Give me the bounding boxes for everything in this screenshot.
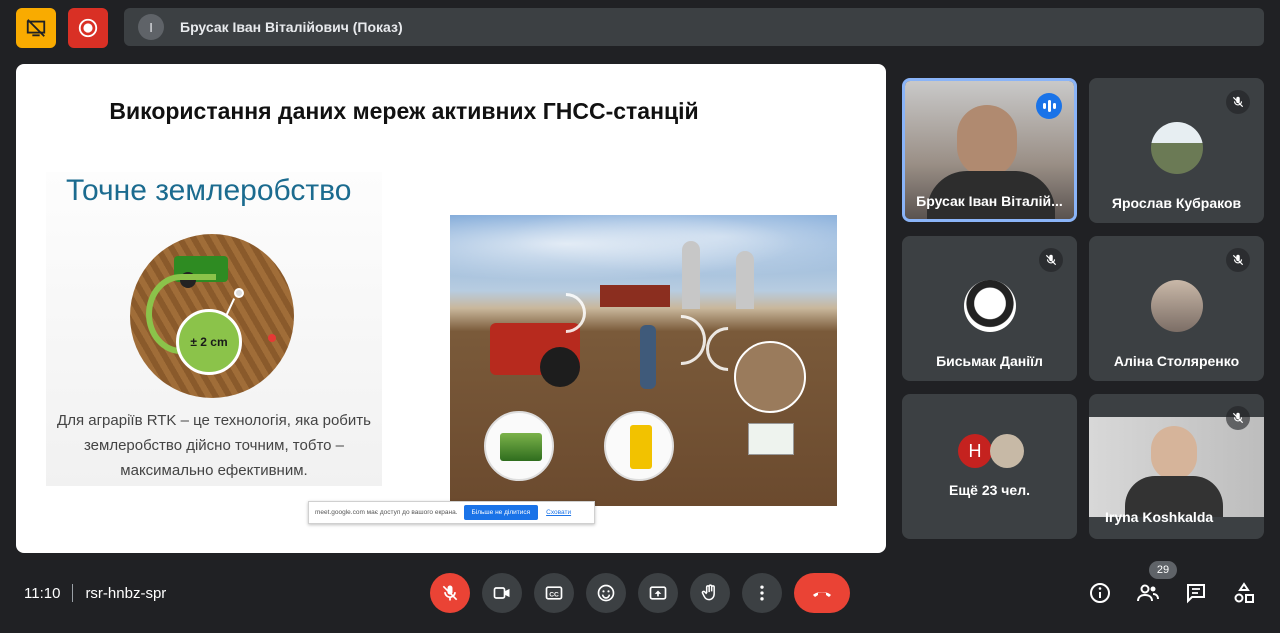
chat-icon <box>1187 584 1205 604</box>
device-handheld <box>604 411 674 481</box>
cursor-dot <box>268 334 276 342</box>
participant-face <box>1151 426 1197 480</box>
activities-button[interactable] <box>1231 580 1257 606</box>
captions-button[interactable]: CC <box>534 573 574 613</box>
participant-name: Брусак Іван Віталій... <box>916 193 1063 209</box>
meeting-details-button[interactable] <box>1087 580 1113 606</box>
camera-toggle-button[interactable] <box>482 573 522 613</box>
captions-icon: CC <box>545 586 563 600</box>
avatar <box>990 434 1024 468</box>
accuracy-label: ± 2 cm <box>190 335 228 349</box>
avatar <box>964 280 1016 332</box>
people-circle <box>734 341 806 413</box>
more-avatars: H <box>958 434 1024 468</box>
svg-text:CC: CC <box>549 591 559 598</box>
laptop-image <box>748 423 794 455</box>
info-icon <box>1090 583 1110 603</box>
people-icon <box>1137 584 1159 602</box>
farm-photo <box>450 215 837 506</box>
presenter-label: Брусак Іван Віталійович (Показ) <box>180 19 403 35</box>
present-button[interactable] <box>638 573 678 613</box>
presentation-off-icon <box>26 19 46 37</box>
raise-hand-icon <box>701 584 715 601</box>
presentation-off-button[interactable] <box>16 8 56 48</box>
description-line: землеробство дійсно точним, тобто – <box>83 437 345 454</box>
shared-screen: Використання даних мереж активних ГНСС-с… <box>16 64 886 553</box>
more-options-button[interactable] <box>742 573 782 613</box>
avatar: H <box>958 434 992 468</box>
signal-wave <box>645 304 717 376</box>
divider <box>72 584 74 602</box>
emoji-button[interactable] <box>586 573 626 613</box>
participant-name: Iryna Koshkalda <box>1105 509 1214 525</box>
participant-tile[interactable]: Ярослав Кубраков <box>1089 78 1264 223</box>
clock: 11:10 <box>24 584 61 602</box>
raise-hand-button[interactable] <box>690 573 730 613</box>
more-participants-tile[interactable]: H Ещё 23 чел. <box>902 394 1077 539</box>
emoji-icon <box>597 584 615 602</box>
participant-name: Аліна Столяренко <box>1113 353 1240 369</box>
mic-toggle-button[interactable] <box>430 573 470 613</box>
more-participants-label: Ещё 23 чел. <box>949 482 1030 498</box>
participant-name: Ярослав Кубраков <box>1111 195 1242 211</box>
description-line: Для аграріїв RTK – це технологія, яка ро… <box>57 412 371 429</box>
participant-tile[interactable]: Iryna Koshkalda <box>1089 394 1264 539</box>
silo <box>736 251 754 309</box>
end-call-button[interactable] <box>794 573 850 613</box>
hide-link[interactable]: Сховати <box>546 509 571 516</box>
mic-off-icon <box>442 585 458 601</box>
sky-clouds <box>450 215 837 287</box>
people-button[interactable] <box>1135 580 1161 606</box>
surveyor-person <box>640 325 656 389</box>
present-screen-icon <box>649 586 667 600</box>
avatar <box>1151 280 1203 332</box>
presenter-bar: I Брусак Іван Віталійович (Показ) <box>124 8 1264 46</box>
camera-icon <box>493 587 510 599</box>
recording-button[interactable] <box>68 8 108 48</box>
pin-marker <box>234 288 244 298</box>
end-call-icon <box>813 592 831 597</box>
description-line: максимально ефективним. <box>120 462 308 479</box>
accuracy-badge: ± 2 cm <box>176 309 242 375</box>
left-heading: Точне землеробство <box>66 174 352 207</box>
participant-face <box>957 105 1017 177</box>
more-vert-icon <box>760 585 764 601</box>
avatar <box>1151 122 1203 174</box>
record-icon <box>78 18 98 38</box>
activities-icon <box>1234 582 1254 603</box>
share-message: meet.google.com має доступ до вашого екр… <box>315 509 458 516</box>
barn <box>600 285 670 307</box>
slide-description: Для аграріїв RTK – це технологія, яка ро… <box>46 408 382 483</box>
slide-title: Використання даних мереж активних ГНСС-с… <box>109 98 699 124</box>
meeting-code: rsr-hnbz-spr <box>85 584 167 602</box>
meeting-info: 11:10 rsr-hnbz-spr <box>24 584 166 602</box>
participant-count-badge: 29 <box>1149 561 1177 579</box>
participant-name: Бисьмак Даніїл <box>936 353 1043 369</box>
mic-off-icon <box>1226 90 1250 114</box>
mic-off-icon <box>1226 406 1250 430</box>
chat-button[interactable] <box>1183 580 1209 606</box>
stop-sharing-button[interactable]: Більше не ділитися <box>463 505 539 520</box>
mic-off-icon <box>1039 248 1063 272</box>
participant-tile[interactable]: Аліна Столяренко <box>1089 236 1264 381</box>
mic-off-icon <box>1226 248 1250 272</box>
participant-tile[interactable]: Брусак Іван Віталій... <box>902 78 1077 222</box>
silo <box>682 241 700 309</box>
speaking-indicator-icon <box>1036 93 1062 119</box>
participant-tile[interactable]: Бисьмак Даніїл <box>902 236 1077 381</box>
screen-share-bar: meet.google.com має доступ до вашого екр… <box>308 501 595 524</box>
device-tablet <box>484 411 554 481</box>
presenter-avatar: I <box>138 14 164 40</box>
